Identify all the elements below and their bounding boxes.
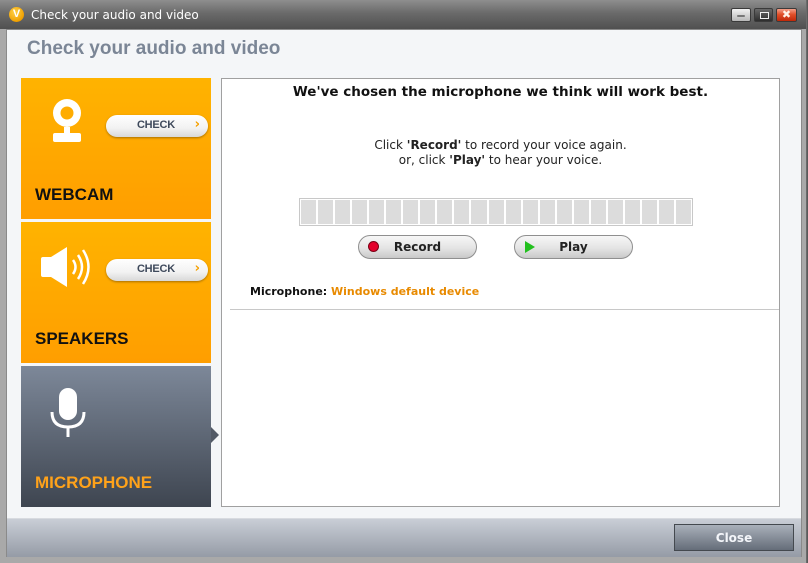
instruction-text: or, click bbox=[398, 153, 450, 167]
tile-label: SPEAKERS bbox=[35, 329, 129, 348]
meter-segment bbox=[641, 200, 657, 224]
meter-segment bbox=[403, 200, 419, 224]
close-button[interactable]: Close bbox=[674, 524, 794, 551]
sidebar-tile-speakers[interactable]: CHECK › SPEAKERS bbox=[21, 222, 211, 363]
selected-pointer-icon bbox=[211, 427, 219, 443]
record-button[interactable]: Record bbox=[358, 235, 477, 259]
meter-segment bbox=[556, 200, 572, 224]
tile-label: WEBCAM bbox=[35, 185, 114, 204]
meter-segment bbox=[539, 200, 555, 224]
meter-segment bbox=[607, 200, 623, 224]
meter-segment bbox=[590, 200, 606, 224]
window-title: Check your audio and video bbox=[31, 8, 199, 22]
instruction-text: Click bbox=[374, 138, 407, 152]
meter-segment bbox=[573, 200, 589, 224]
speakers-check-button[interactable]: CHECK › bbox=[106, 259, 208, 281]
chevron-right-icon: › bbox=[194, 117, 200, 132]
microphone-panel: We've chosen the microphone we think wil… bbox=[221, 78, 780, 507]
chevron-right-icon: › bbox=[194, 261, 200, 276]
microphone-device-link[interactable]: Windows default device bbox=[331, 285, 479, 298]
title-bar[interactable]: V Check your audio and video bbox=[0, 0, 806, 29]
check-button-label: CHECK bbox=[136, 119, 176, 131]
meter-segment bbox=[386, 200, 402, 224]
speaker-icon bbox=[41, 247, 90, 287]
meter-segment bbox=[676, 200, 692, 224]
panel-headline: We've chosen the microphone we think wil… bbox=[292, 84, 709, 100]
minimize-button[interactable] bbox=[731, 8, 751, 22]
instruction-bold: 'Record' bbox=[406, 138, 462, 152]
meter-segment bbox=[318, 200, 334, 224]
meter-segment bbox=[505, 200, 521, 224]
meter-segment bbox=[369, 200, 385, 224]
microphone-icon bbox=[50, 388, 86, 437]
play-button-label: Play bbox=[559, 240, 588, 254]
play-button[interactable]: Play bbox=[514, 235, 633, 259]
sidebar-tile-microphone[interactable]: MICROPHONE bbox=[21, 366, 211, 507]
meter-segment bbox=[301, 200, 317, 224]
divider bbox=[230, 309, 779, 310]
check-button-label: CHECK bbox=[136, 263, 176, 275]
audio-level-meter bbox=[299, 198, 693, 226]
page-title: Check your audio and video bbox=[27, 38, 281, 59]
instruction-text: to record your voice again. bbox=[461, 138, 627, 152]
instruction-line-1: Click 'Record' to record your voice agai… bbox=[222, 138, 779, 152]
tile-label: MICROPHONE bbox=[35, 473, 153, 492]
app-logo-icon: V bbox=[9, 7, 24, 22]
meter-segment bbox=[454, 200, 470, 224]
microphone-device-line: Microphone: Windows default device bbox=[250, 285, 479, 298]
meter-segment bbox=[471, 200, 487, 224]
meter-segment bbox=[658, 200, 675, 224]
instruction-line-2: or, click 'Play' to hear your voice. bbox=[222, 153, 779, 167]
webcam-check-button[interactable]: CHECK › bbox=[106, 115, 208, 137]
maximize-button[interactable] bbox=[754, 8, 773, 22]
microphone-label: Microphone: bbox=[250, 285, 328, 298]
webcam-icon bbox=[53, 99, 81, 142]
meter-segment bbox=[420, 200, 436, 224]
meter-segment bbox=[522, 200, 538, 224]
sidebar-tile-webcam[interactable]: CHECK › WEBCAM bbox=[21, 78, 211, 219]
close-button-label: Close bbox=[715, 531, 753, 545]
meter-segment bbox=[352, 200, 368, 224]
app-window: V Check your audio and video Check your … bbox=[0, 0, 807, 563]
window-close-button[interactable] bbox=[776, 8, 797, 22]
record-button-label: Record bbox=[393, 240, 442, 254]
instruction-bold: 'Play' bbox=[449, 153, 486, 167]
meter-segment bbox=[624, 200, 640, 224]
meter-segment bbox=[335, 200, 351, 224]
instruction-text: to hear your voice. bbox=[485, 153, 603, 167]
meter-segment bbox=[488, 200, 504, 224]
meter-segment bbox=[437, 200, 453, 224]
